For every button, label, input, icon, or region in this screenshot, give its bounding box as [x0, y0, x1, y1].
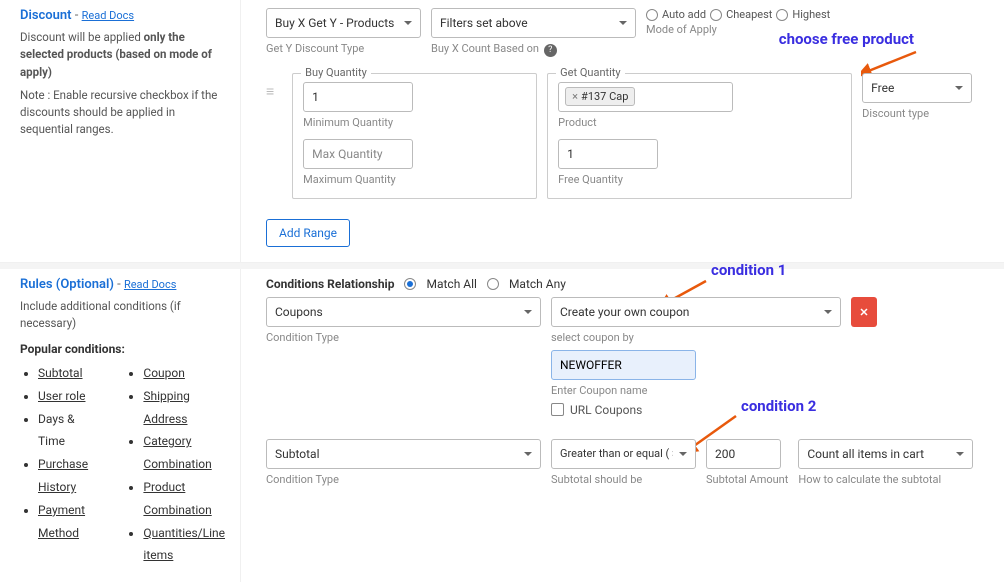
mode-auto-radio[interactable]	[646, 9, 658, 21]
buy-qty-fieldset: Buy Quantity Minimum Quantity Maximum Qu…	[292, 73, 537, 199]
discount-note: Note : Enable recursive checkbox if the …	[20, 87, 225, 139]
get-y-type-select[interactable]: Buy X Get Y - Products	[266, 8, 421, 38]
c2-type-select[interactable]: Subtotal	[266, 439, 541, 469]
discount-read-docs-link[interactable]: Read Docs	[82, 9, 134, 22]
cond-rel-label: Conditions Relationship	[266, 277, 394, 291]
max-qty-label: Maximum Quantity	[303, 173, 413, 186]
product-label: Product	[558, 116, 733, 129]
close-icon	[858, 306, 870, 318]
link-category-combo[interactable]: Category Combination	[143, 434, 211, 471]
link-user-role[interactable]: User role	[38, 389, 85, 403]
discount-type-label: Discount type	[862, 107, 972, 120]
free-qty-input[interactable]	[558, 139, 658, 169]
discount-type-select[interactable]: Free	[862, 73, 972, 103]
url-coupons-checkbox[interactable]	[551, 403, 564, 416]
link-purchase-history[interactable]: Purchase History	[38, 457, 88, 494]
help-icon[interactable]: ?	[544, 44, 557, 57]
buy-qty-legend: Buy Quantity	[301, 66, 371, 79]
buy-x-count-label: Buy X Count Based on ?	[431, 42, 636, 57]
mode-highest-radio[interactable]	[776, 9, 788, 21]
product-chipbox[interactable]: ×#137 Cap	[558, 82, 733, 112]
url-coupons-label: URL Coupons	[570, 403, 642, 417]
mode-apply-label: Mode of Apply	[646, 23, 830, 36]
min-qty-label: Minimum Quantity	[303, 116, 413, 129]
c2-amount-label: Subtotal Amount	[706, 473, 788, 486]
c1-type-select[interactable]: Coupons	[266, 297, 541, 327]
mode-cheapest-radio[interactable]	[710, 9, 722, 21]
c1-mode-select[interactable]: Create your own coupon	[551, 297, 841, 327]
min-qty-input[interactable]	[303, 82, 413, 112]
mode-auto-label: Auto add	[662, 8, 706, 21]
dash: -	[72, 8, 82, 23]
chip-remove-icon[interactable]: ×	[572, 90, 578, 103]
link-shipping[interactable]: Shipping Address	[143, 389, 189, 426]
c1-delete-button[interactable]	[851, 297, 877, 327]
link-coupon[interactable]: Coupon	[143, 366, 184, 380]
popular-conditions-heading: Popular conditions:	[20, 342, 225, 356]
match-all-radio[interactable]	[404, 278, 416, 290]
link-product-combo[interactable]: Product Combination	[143, 480, 211, 517]
c2-type-label: Condition Type	[266, 473, 541, 486]
c2-op-label: Subtotal should be	[551, 473, 696, 486]
link-days-time[interactable]: Days & Time	[38, 412, 75, 449]
coupon-name-input[interactable]	[551, 350, 696, 380]
link-subtotal[interactable]: Subtotal	[38, 366, 83, 380]
add-range-button[interactable]: Add Range	[266, 219, 350, 247]
get-qty-fieldset: Get Quantity ×#137 Cap Product Free Quan…	[547, 73, 852, 199]
c2-calc-label: How to calculate the subtotal	[798, 473, 973, 486]
get-y-type-label: Get Y Discount Type	[266, 42, 421, 55]
drag-handle-icon[interactable]: ≡	[266, 83, 274, 100]
get-qty-legend: Get Quantity	[556, 66, 624, 79]
match-any-label: Match Any	[509, 277, 566, 291]
popular-col1: Subtotal User role Days & Time Purchase …	[20, 362, 100, 567]
product-chip: ×#137 Cap	[565, 87, 635, 106]
discount-title: Discount	[20, 8, 72, 23]
max-qty-input[interactable]	[303, 139, 413, 169]
popular-col2: Coupon Shipping Address Category Combina…	[125, 362, 225, 567]
c2-op-select[interactable]: Greater than or equal ( >= )	[551, 439, 696, 469]
coupon-name-label: Enter Coupon name	[551, 384, 696, 397]
mode-cheapest-label: Cheapest	[726, 8, 772, 21]
match-all-label: Match All	[426, 277, 476, 291]
dash: -	[114, 277, 124, 292]
c1-mode-label: select coupon by	[551, 331, 841, 344]
rules-title: Rules (Optional)	[20, 277, 114, 292]
rules-read-docs-link[interactable]: Read Docs	[124, 278, 176, 291]
rules-desc: Include additional conditions (if necess…	[20, 298, 225, 333]
discount-desc: Discount will be applied only the select…	[20, 29, 225, 81]
link-quantities[interactable]: Quantities/Line items	[143, 526, 225, 563]
c1-type-label: Condition Type	[266, 331, 541, 344]
link-payment-method[interactable]: Payment Method	[38, 503, 85, 540]
c2-amount-input[interactable]	[706, 439, 781, 469]
buy-x-count-select[interactable]: Filters set above	[431, 8, 636, 38]
free-qty-label: Free Quantity	[558, 173, 658, 186]
match-any-radio[interactable]	[487, 278, 499, 290]
mode-highest-label: Highest	[792, 8, 830, 21]
c2-calc-select[interactable]: Count all items in cart	[798, 439, 973, 469]
